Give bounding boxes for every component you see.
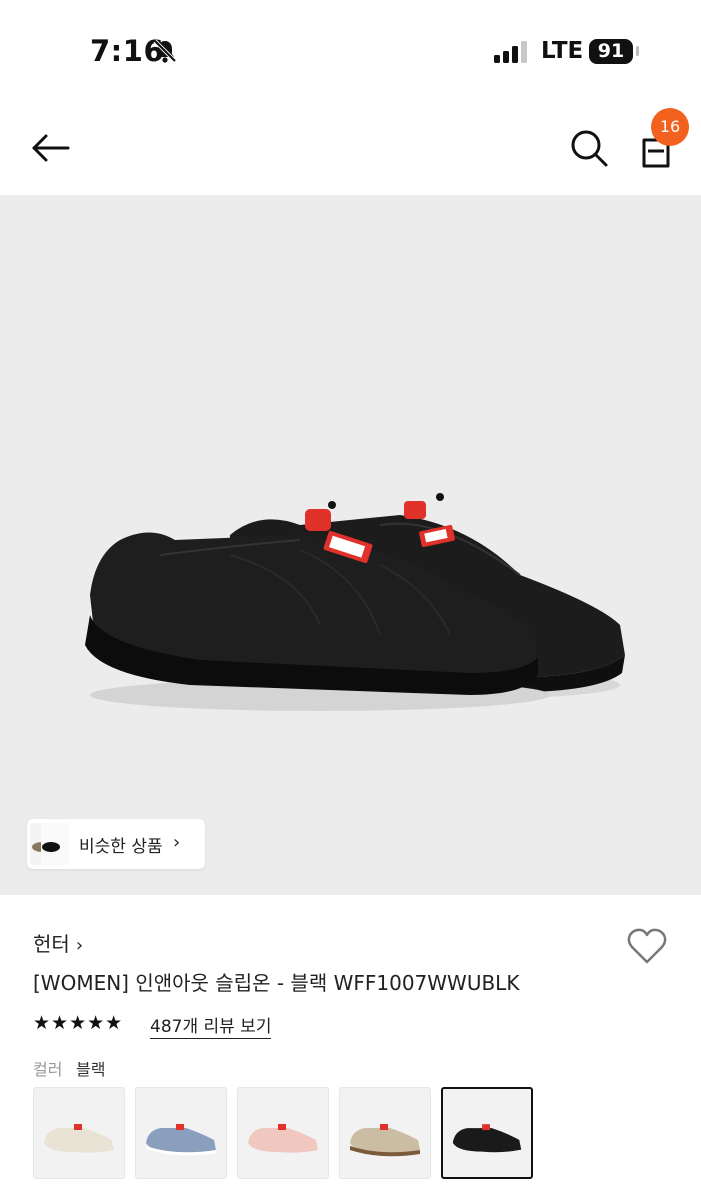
network-type: LTE [541, 38, 584, 64]
product-title: [WOMEN] 인앤아웃 슬립온 - 블랙 WFF1007WWUBLK [33, 971, 520, 995]
swatch-blue[interactable] [135, 1087, 227, 1179]
battery-nub [636, 46, 639, 56]
similar-products-label: 비슷한 상품 [79, 837, 163, 857]
color-label: 컬러 [33, 1060, 63, 1079]
chevron-right-icon: › [75, 935, 84, 956]
swatch-black[interactable] [441, 1087, 533, 1179]
battery-indicator: 91 [589, 39, 633, 64]
similar-thumb [41, 823, 69, 865]
top-nav [0, 100, 701, 195]
reviews-link[interactable]: 487개 리뷰 보기 [150, 1012, 272, 1039]
chevron-right-icon: › [173, 832, 181, 853]
heart-icon[interactable] [626, 926, 668, 966]
brand-link[interactable]: 헌터 › [33, 928, 83, 957]
brand-name: 헌터 [33, 932, 70, 956]
cell-signal-icon [494, 41, 527, 63]
search-icon[interactable] [567, 126, 611, 170]
swatch-beige[interactable] [339, 1087, 431, 1179]
color-value: 블랙 [76, 1060, 106, 1079]
product-image[interactable] [0, 195, 701, 895]
bell-muted-icon [153, 39, 177, 63]
similar-products-button[interactable]: 비슷한 상품 › [27, 819, 205, 869]
rating-stars: ★★★★★ [33, 1012, 124, 1034]
status-bar: 7:16 LTE 91 [0, 0, 701, 100]
swatch-cream[interactable] [33, 1087, 125, 1179]
slip-on-shoe-illustration [85, 493, 625, 711]
swatch-pink[interactable] [237, 1087, 329, 1179]
cart-count-badge: 16 [651, 108, 689, 146]
back-arrow-icon[interactable] [28, 128, 72, 168]
